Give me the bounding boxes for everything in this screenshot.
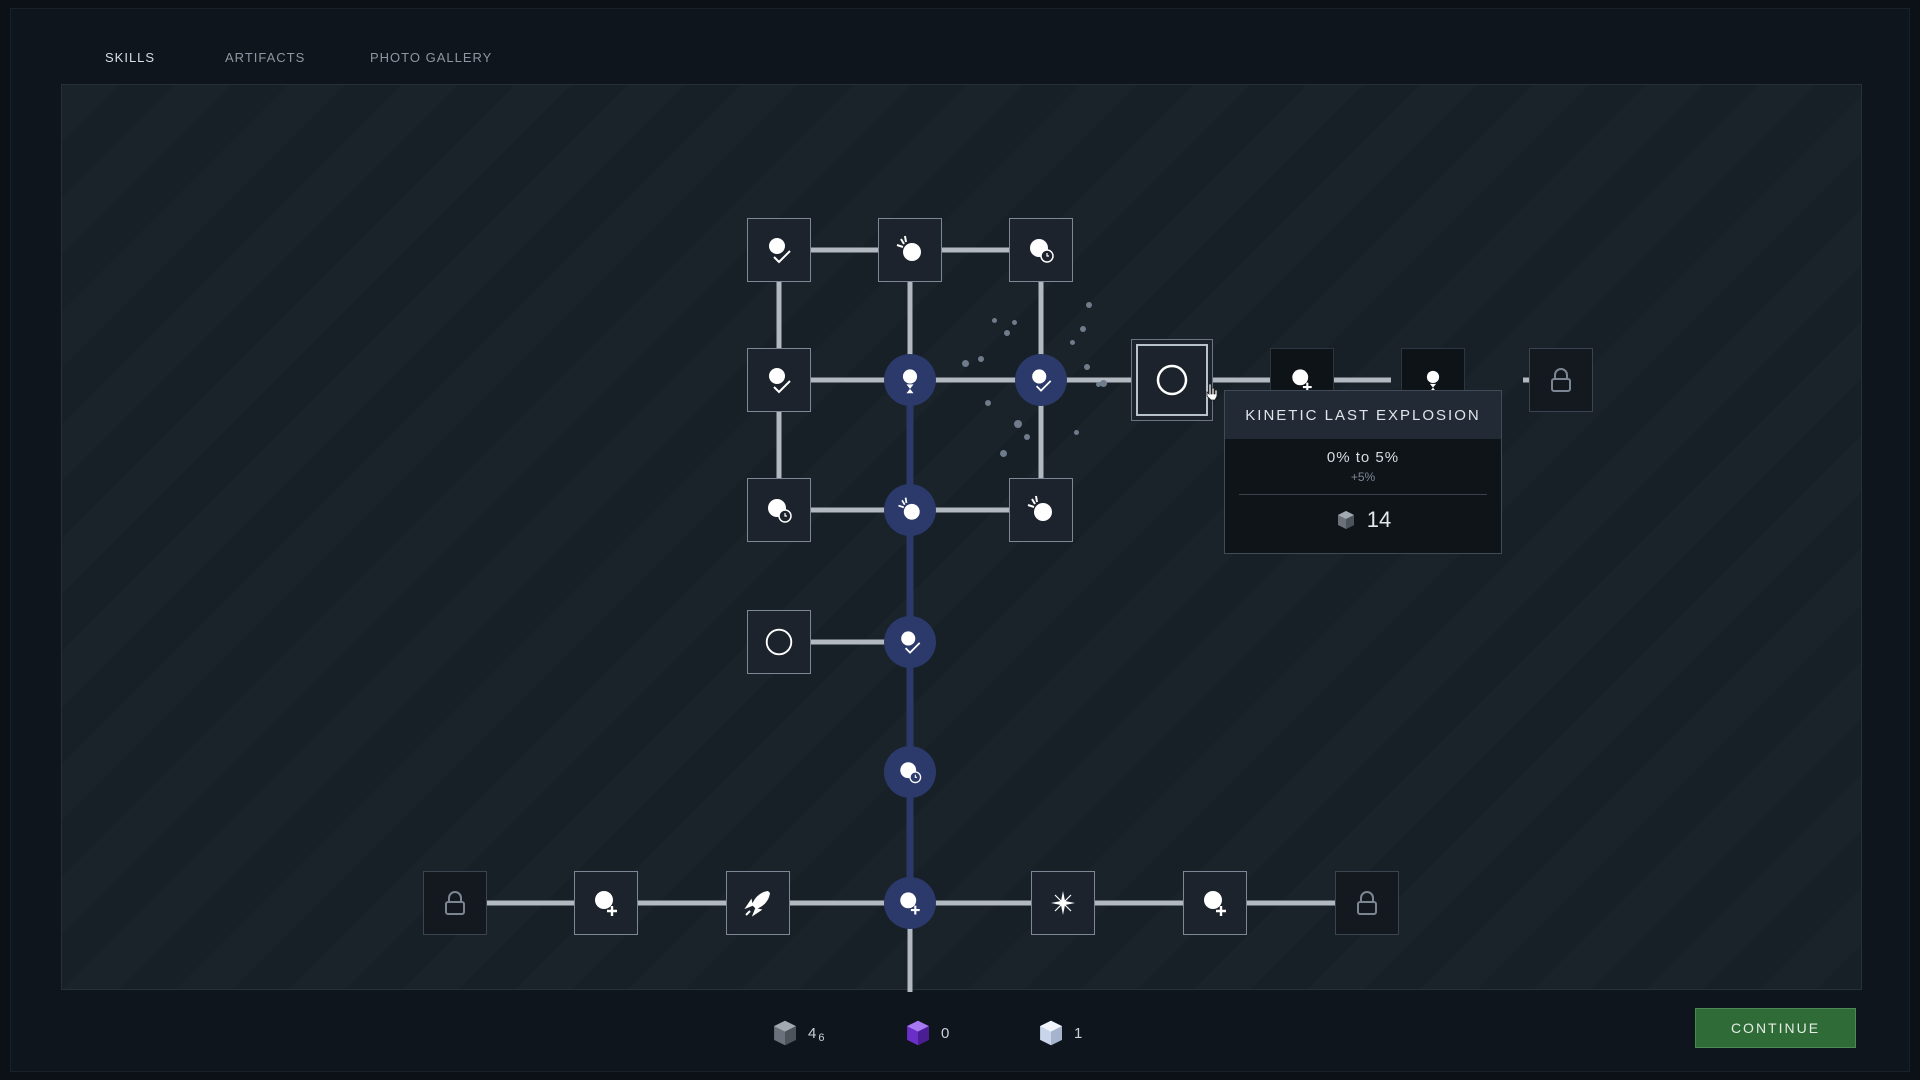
skill-node-bomb-trajectory-active-2[interactable]: [884, 616, 936, 668]
bomb-trajectory-icon: [769, 368, 791, 394]
skill-node-bomb-hourglass[interactable]: [884, 354, 936, 406]
skill-node-bomb-burst-active[interactable]: [884, 484, 936, 536]
bomb-trajectory-icon: [1032, 369, 1052, 392]
sparkle-icon: [1051, 891, 1075, 915]
bomb-trajectory-icon: [769, 238, 791, 264]
tooltip-range: 0% to 5%: [1326, 449, 1400, 466]
skill-node-empty-ring[interactable]: [747, 610, 811, 674]
bomb-plus-icon: [1204, 891, 1226, 916]
bomb-hourglass-icon: [902, 369, 918, 394]
skill-node-locked-left[interactable]: [423, 871, 487, 935]
skill-node-bomb-timer-2[interactable]: [747, 478, 811, 542]
tooltip-title: KINETIC LAST EXPLOSION: [1225, 391, 1501, 439]
skill-node-bomb-burst-2[interactable]: [1009, 478, 1073, 542]
skill-node-bomb-plus-root[interactable]: [884, 877, 936, 929]
skill-node-locked-bottom-right[interactable]: [1335, 871, 1399, 935]
bomb-burst-icon: [898, 497, 920, 520]
skill-node-bomb-trajectory[interactable]: [747, 218, 811, 282]
rocket-icon: [744, 891, 770, 917]
gray-cube-icon: [1337, 511, 1354, 529]
resource-gray-sub: 6: [818, 1032, 825, 1044]
resource-purple-count: 0: [941, 1024, 950, 1042]
skill-tooltip: KINETIC LAST EXPLOSION 0% to 5% +5% 14: [1224, 390, 1502, 554]
bomb-trajectory-icon: [901, 631, 921, 654]
lock-icon: [1551, 368, 1571, 392]
continue-button[interactable]: CONTINUE: [1695, 1008, 1856, 1048]
mouse-cursor-icon: [1206, 383, 1218, 401]
lock-icon: [445, 891, 465, 915]
tooltip-divider: [1239, 494, 1487, 495]
skill-node-bomb-timer[interactable]: [1009, 218, 1073, 282]
skill-node-bomb-trajectory-active[interactable]: [1015, 354, 1067, 406]
tooltip-cost-value: 14: [1366, 507, 1392, 532]
tooltip-cost: 14: [1225, 507, 1501, 533]
bomb-timer-icon: [1030, 239, 1054, 263]
skill-node-locked-right[interactable]: [1529, 348, 1593, 412]
bomb-timer-icon: [900, 762, 922, 784]
resource-gray-cubes: 4 6: [770, 1018, 824, 1048]
bomb-plus-icon: [595, 891, 617, 916]
purple-cube-icon: [907, 1020, 929, 1046]
bomb-timer-icon: [768, 499, 792, 523]
skill-node-kinetic-last-explosion[interactable]: [1136, 344, 1208, 416]
gray-cube-icon: [774, 1020, 796, 1046]
skill-tree-connectors: [455, 247, 1561, 992]
empty-ring-icon: [765, 628, 793, 656]
tooltip-delta: +5%: [1350, 470, 1376, 484]
resource-white-count: 1: [1074, 1024, 1083, 1042]
resource-white-cubes: 1: [1036, 1018, 1082, 1048]
skill-node-bomb-plus-left[interactable]: [574, 871, 638, 935]
resource-purple-cubes: 0: [903, 1018, 949, 1048]
lock-icon: [1357, 891, 1377, 915]
bomb-burst-icon: [896, 235, 921, 261]
skill-node-bomb-trajectory-2[interactable]: [747, 348, 811, 412]
empty-ring-icon: [1156, 364, 1188, 396]
resource-gray-count: 4: [808, 1024, 817, 1042]
skill-node-sparkle[interactable]: [1031, 871, 1095, 935]
bomb-plus-icon: [900, 892, 920, 915]
bomb-burst-icon: [1027, 495, 1052, 521]
white-cube-icon: [1040, 1020, 1062, 1046]
skill-node-rocket[interactable]: [726, 871, 790, 935]
skill-node-bomb-plus-right[interactable]: [1183, 871, 1247, 935]
skill-node-bomb-timer-active[interactable]: [884, 746, 936, 798]
skill-node-bomb-burst[interactable]: [878, 218, 942, 282]
